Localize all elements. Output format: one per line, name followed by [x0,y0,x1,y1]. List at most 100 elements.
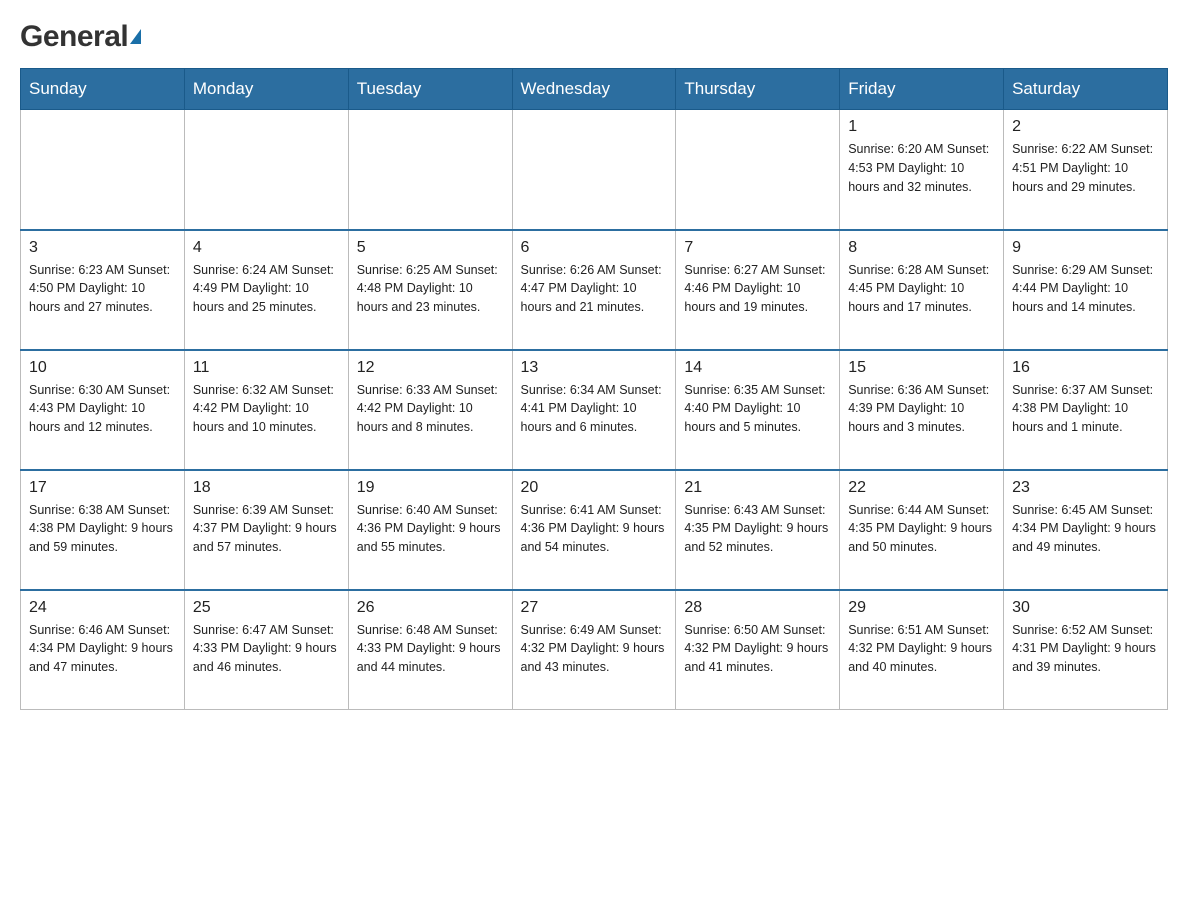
calendar-cell: 17 Sunrise: 6:38 AM Sunset: 4:38 PM Dayli… [21,470,185,590]
logo-triangle-icon [130,29,141,44]
calendar-cell: 7 Sunrise: 6:27 AM Sunset: 4:46 PM Daylig… [676,230,840,350]
day-info: Sunrise: 6:37 AM Sunset: 4:38 PM Dayligh… [1012,381,1159,437]
day-number: 19 [357,479,504,497]
day-number: 11 [193,359,340,377]
day-info: Sunrise: 6:36 AM Sunset: 4:39 PM Dayligh… [848,381,995,437]
calendar-cell: 22 Sunrise: 6:44 AM Sunset: 4:35 PM Dayli… [840,470,1004,590]
logo: General [20,20,141,48]
day-number: 14 [684,359,831,377]
week-row-2: 3 Sunrise: 6:23 AM Sunset: 4:50 PM Daylig… [21,230,1168,350]
day-info: Sunrise: 6:22 AM Sunset: 4:51 PM Dayligh… [1012,140,1159,196]
calendar-cell [21,110,185,230]
day-info: Sunrise: 6:28 AM Sunset: 4:45 PM Dayligh… [848,261,995,317]
day-number: 15 [848,359,995,377]
page-header: General [20,20,1168,48]
day-number: 10 [29,359,176,377]
calendar-cell: 11 Sunrise: 6:32 AM Sunset: 4:42 PM Dayli… [184,350,348,470]
day-info: Sunrise: 6:32 AM Sunset: 4:42 PM Dayligh… [193,381,340,437]
day-info: Sunrise: 6:39 AM Sunset: 4:37 PM Dayligh… [193,501,340,557]
day-number: 17 [29,479,176,497]
day-info: Sunrise: 6:41 AM Sunset: 4:36 PM Dayligh… [521,501,668,557]
day-number: 21 [684,479,831,497]
calendar-cell: 19 Sunrise: 6:40 AM Sunset: 4:36 PM Dayli… [348,470,512,590]
calendar-cell: 30 Sunrise: 6:52 AM Sunset: 4:31 PM Dayli… [1004,590,1168,710]
day-number: 27 [521,599,668,617]
day-info: Sunrise: 6:33 AM Sunset: 4:42 PM Dayligh… [357,381,504,437]
weekday-header-tuesday: Tuesday [348,69,512,110]
day-info: Sunrise: 6:48 AM Sunset: 4:33 PM Dayligh… [357,621,504,677]
day-number: 24 [29,599,176,617]
day-info: Sunrise: 6:35 AM Sunset: 4:40 PM Dayligh… [684,381,831,437]
day-info: Sunrise: 6:26 AM Sunset: 4:47 PM Dayligh… [521,261,668,317]
day-info: Sunrise: 6:29 AM Sunset: 4:44 PM Dayligh… [1012,261,1159,317]
calendar-cell: 6Sunrise: 6:26 AM Sunset: 4:47 PM Daylig… [512,230,676,350]
day-info: Sunrise: 6:25 AM Sunset: 4:48 PM Dayligh… [357,261,504,317]
day-info: Sunrise: 6:43 AM Sunset: 4:35 PM Dayligh… [684,501,831,557]
calendar-cell: 27 Sunrise: 6:49 AM Sunset: 4:32 PM Dayli… [512,590,676,710]
calendar-cell: 28 Sunrise: 6:50 AM Sunset: 4:32 PM Dayli… [676,590,840,710]
day-number: 30 [1012,599,1159,617]
week-row-3: 10 Sunrise: 6:30 AM Sunset: 4:43 PM Dayli… [21,350,1168,470]
day-info: Sunrise: 6:46 AM Sunset: 4:34 PM Dayligh… [29,621,176,677]
day-info: Sunrise: 6:30 AM Sunset: 4:43 PM Dayligh… [29,381,176,437]
day-info: Sunrise: 6:50 AM Sunset: 4:32 PM Dayligh… [684,621,831,677]
weekday-header-friday: Friday [840,69,1004,110]
day-number: 8 [848,239,995,257]
day-info: Sunrise: 6:24 AM Sunset: 4:49 PM Dayligh… [193,261,340,317]
day-info: Sunrise: 6:34 AM Sunset: 4:41 PM Dayligh… [521,381,668,437]
calendar-cell: 9 Sunrise: 6:29 AM Sunset: 4:44 PM Daylig… [1004,230,1168,350]
day-info: Sunrise: 6:44 AM Sunset: 4:35 PM Dayligh… [848,501,995,557]
day-number: 28 [684,599,831,617]
calendar-cell: 12Sunrise: 6:33 AM Sunset: 4:42 PM Dayli… [348,350,512,470]
weekday-header-monday: Monday [184,69,348,110]
day-number: 3 [29,239,176,257]
day-number: 4 [193,239,340,257]
calendar-cell: 10 Sunrise: 6:30 AM Sunset: 4:43 PM Dayli… [21,350,185,470]
day-number: 25 [193,599,340,617]
calendar-cell: 3 Sunrise: 6:23 AM Sunset: 4:50 PM Daylig… [21,230,185,350]
day-info: Sunrise: 6:49 AM Sunset: 4:32 PM Dayligh… [521,621,668,677]
weekday-header-saturday: Saturday [1004,69,1168,110]
day-info: Sunrise: 6:47 AM Sunset: 4:33 PM Dayligh… [193,621,340,677]
calendar-cell: 2 Sunrise: 6:22 AM Sunset: 4:51 PM Daylig… [1004,110,1168,230]
calendar-cell [676,110,840,230]
day-info: Sunrise: 6:23 AM Sunset: 4:50 PM Dayligh… [29,261,176,317]
calendar-table: SundayMondayTuesdayWednesdayThursdayFrid… [20,68,1168,710]
day-number: 18 [193,479,340,497]
weekday-header-wednesday: Wednesday [512,69,676,110]
day-info: Sunrise: 6:38 AM Sunset: 4:38 PM Dayligh… [29,501,176,557]
calendar-cell: 29 Sunrise: 6:51 AM Sunset: 4:32 PM Dayli… [840,590,1004,710]
calendar-cell: 16 Sunrise: 6:37 AM Sunset: 4:38 PM Dayli… [1004,350,1168,470]
day-info: Sunrise: 6:27 AM Sunset: 4:46 PM Dayligh… [684,261,831,317]
day-number: 13 [521,359,668,377]
day-number: 26 [357,599,504,617]
day-info: Sunrise: 6:20 AM Sunset: 4:53 PM Dayligh… [848,140,995,196]
calendar-cell: 23Sunrise: 6:45 AM Sunset: 4:34 PM Dayli… [1004,470,1168,590]
day-number: 9 [1012,239,1159,257]
day-number: 7 [684,239,831,257]
calendar-cell: 13 Sunrise: 6:34 AM Sunset: 4:41 PM Dayli… [512,350,676,470]
calendar-cell: 26 Sunrise: 6:48 AM Sunset: 4:33 PM Dayli… [348,590,512,710]
day-number: 23 [1012,479,1159,497]
calendar-cell: 25 Sunrise: 6:47 AM Sunset: 4:33 PM Dayli… [184,590,348,710]
logo-general: General [20,20,128,54]
calendar-cell: 24 Sunrise: 6:46 AM Sunset: 4:34 PM Dayli… [21,590,185,710]
calendar-cell: 1 Sunrise: 6:20 AM Sunset: 4:53 PM Daylig… [840,110,1004,230]
calendar-cell: 5Sunrise: 6:25 AM Sunset: 4:48 PM Daylig… [348,230,512,350]
calendar-cell: 14 Sunrise: 6:35 AM Sunset: 4:40 PM Dayli… [676,350,840,470]
day-number: 1 [848,118,995,136]
day-info: Sunrise: 6:52 AM Sunset: 4:31 PM Dayligh… [1012,621,1159,677]
day-number: 29 [848,599,995,617]
calendar-cell: 15 Sunrise: 6:36 AM Sunset: 4:39 PM Dayli… [840,350,1004,470]
calendar-cell: 21 Sunrise: 6:43 AM Sunset: 4:35 PM Dayli… [676,470,840,590]
day-info: Sunrise: 6:51 AM Sunset: 4:32 PM Dayligh… [848,621,995,677]
calendar-cell [184,110,348,230]
day-info: Sunrise: 6:40 AM Sunset: 4:36 PM Dayligh… [357,501,504,557]
week-row-1: 1 Sunrise: 6:20 AM Sunset: 4:53 PM Daylig… [21,110,1168,230]
day-number: 2 [1012,118,1159,136]
day-number: 22 [848,479,995,497]
weekday-header-thursday: Thursday [676,69,840,110]
calendar-cell: 4 Sunrise: 6:24 AM Sunset: 4:49 PM Daylig… [184,230,348,350]
day-number: 16 [1012,359,1159,377]
week-row-4: 17 Sunrise: 6:38 AM Sunset: 4:38 PM Dayli… [21,470,1168,590]
